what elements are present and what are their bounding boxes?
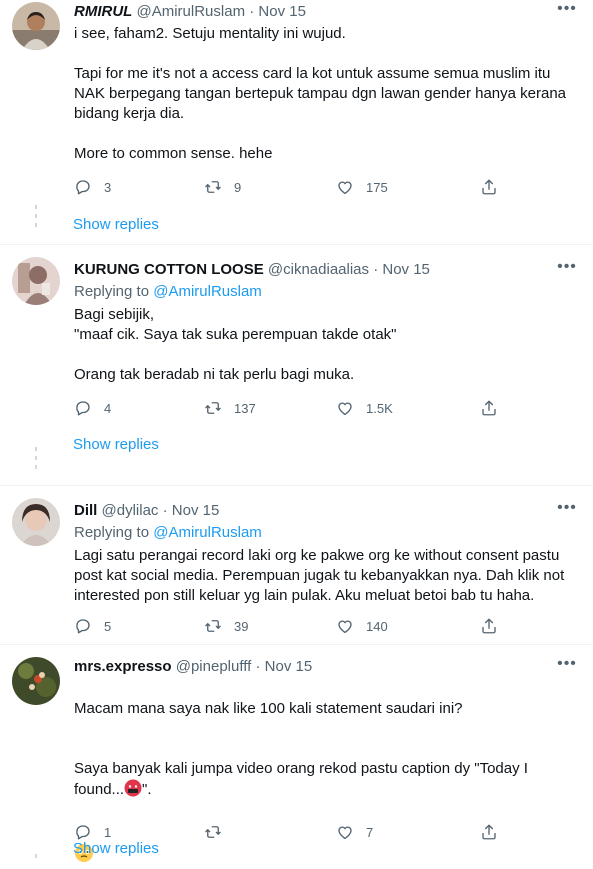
more-icon[interactable]: ••• xyxy=(555,500,579,521)
replying-to: Replying to @AmirulRuslam xyxy=(74,523,262,543)
more-icon[interactable]: ••• xyxy=(555,656,579,677)
like-count: 7 xyxy=(366,824,374,840)
like-count: 175 xyxy=(366,179,388,195)
tweet-text: Bagi sebijik, "maaf cik. Saya tak suka p… xyxy=(74,306,397,383)
share-button[interactable] xyxy=(480,398,498,418)
avatar[interactable] xyxy=(12,2,60,50)
tweet-actions: 5 39 140 xyxy=(74,616,524,636)
replying-to: Replying to @AmirulRuslam xyxy=(74,282,262,302)
like-count: 1.5K xyxy=(366,400,393,416)
more-icon[interactable]: ••• xyxy=(555,259,579,280)
tweet-text-line: Macam mana saya nak like 100 kali statem… xyxy=(74,700,463,717)
retweet-button[interactable] xyxy=(204,822,222,842)
retweet-button[interactable]: 137 xyxy=(204,398,256,418)
reply-icon xyxy=(76,180,90,195)
timestamp[interactable]: Nov 15 xyxy=(382,261,430,278)
reply-icon xyxy=(76,619,90,634)
tweet[interactable]: KURUNG COTTON LOOSE @ciknadiaalias · Nov… xyxy=(0,245,593,486)
like-icon xyxy=(338,402,352,416)
separator: · xyxy=(162,502,168,519)
retweet-icon xyxy=(205,181,221,193)
share-icon xyxy=(482,179,496,195)
retweet-count: 9 xyxy=(234,179,242,195)
reply-button[interactable]: 5 xyxy=(74,616,111,636)
tweet-actions: 3 9 175 xyxy=(74,177,524,197)
handle[interactable]: @pineplufff xyxy=(176,658,252,675)
like-button[interactable]: 140 xyxy=(336,616,388,636)
handle[interactable]: @AmirulRuslam xyxy=(137,3,246,20)
like-icon xyxy=(338,181,352,195)
replying-to-label: Replying to xyxy=(74,283,150,300)
like-button[interactable]: 175 xyxy=(336,177,388,197)
replying-to-link[interactable]: @AmirulRuslam xyxy=(153,524,262,541)
retweet-icon xyxy=(205,402,221,414)
tweet-header: Dill @dylilac · Nov 15 xyxy=(74,501,553,521)
tweet-header: RMIRUL @AmirulRuslam · Nov 15 xyxy=(74,2,553,22)
swearing-face-emoji-icon xyxy=(124,779,142,803)
thread-gap-dots xyxy=(35,447,37,474)
reply-button[interactable]: 4 xyxy=(74,398,111,418)
avatar[interactable] xyxy=(12,498,60,546)
replying-to-link[interactable]: @AmirulRuslam xyxy=(153,283,262,300)
share-button[interactable] xyxy=(480,616,498,636)
retweet-button[interactable]: 39 xyxy=(204,616,248,636)
display-name[interactable]: KURUNG COTTON LOOSE xyxy=(74,261,264,278)
tweet-text: i see, faham2. Setuju mentality ini wuju… xyxy=(74,25,567,162)
share-icon xyxy=(482,824,496,840)
share-button[interactable] xyxy=(480,822,498,842)
reply-count: 3 xyxy=(104,179,112,195)
show-replies-link[interactable]: Show replies xyxy=(73,435,159,455)
retweet-count: 39 xyxy=(234,618,249,634)
share-icon xyxy=(482,618,496,634)
retweet-count: 137 xyxy=(234,400,256,416)
handle[interactable]: @dylilac xyxy=(102,502,159,519)
show-replies-row[interactable]: Show replies xyxy=(0,205,593,245)
tweet-header: mrs.expresso @pineplufff · Nov 15 xyxy=(74,657,553,677)
separator: · xyxy=(255,658,261,675)
handle[interactable]: @ciknadiaalias xyxy=(268,261,369,278)
avatar[interactable] xyxy=(12,657,60,705)
tweet-actions: 4 137 1.5K xyxy=(74,398,524,418)
timestamp[interactable]: Nov 15 xyxy=(258,3,306,20)
reply-count: 4 xyxy=(104,400,112,416)
retweet-icon xyxy=(205,826,221,838)
tweet[interactable]: RMIRUL @AmirulRuslam · Nov 15 ••• i see,… xyxy=(0,0,593,207)
share-button[interactable] xyxy=(480,177,498,197)
avatar[interactable] xyxy=(12,257,60,305)
like-button[interactable]: 1.5K xyxy=(336,398,393,418)
tweet[interactable]: mrs.expresso @pineplufff · Nov 15 ••• Ma… xyxy=(0,645,593,865)
separator: · xyxy=(249,3,255,20)
reply-count: 5 xyxy=(104,618,112,634)
reply-button[interactable]: 3 xyxy=(74,177,111,197)
reply-icon xyxy=(76,401,90,416)
replying-to-label: Replying to xyxy=(74,524,150,541)
display-name[interactable]: mrs.expresso xyxy=(74,658,172,675)
tweet-thread: RMIRUL @AmirulRuslam · Nov 15 ••• i see,… xyxy=(0,0,593,865)
thread-gap-dots xyxy=(35,854,37,863)
tweet-text-line: ". xyxy=(142,781,152,798)
reply-count: 1 xyxy=(104,824,112,840)
tweet-text: Lagi satu perangai record laki org ke pa… xyxy=(74,547,565,604)
like-count: 140 xyxy=(366,618,388,634)
display-name[interactable]: Dill xyxy=(74,502,97,519)
like-icon xyxy=(338,620,352,634)
timestamp[interactable]: Nov 15 xyxy=(265,658,313,675)
share-icon xyxy=(482,400,496,416)
like-icon xyxy=(338,826,352,840)
retweet-icon xyxy=(205,620,221,632)
tweet-header: KURUNG COTTON LOOSE @ciknadiaalias · Nov… xyxy=(74,260,553,280)
like-button[interactable]: 7 xyxy=(336,822,373,842)
tweet[interactable]: Dill @dylilac · Nov 15 ••• Replying to @… xyxy=(0,486,593,645)
show-replies-link[interactable]: Show replies xyxy=(73,215,159,235)
retweet-button[interactable]: 9 xyxy=(204,177,241,197)
thread-gap-dots xyxy=(35,205,37,232)
more-icon[interactable]: ••• xyxy=(555,1,579,22)
display-name[interactable]: RMIRUL xyxy=(74,3,132,20)
timestamp[interactable]: Nov 15 xyxy=(172,502,220,519)
separator: · xyxy=(373,261,379,278)
show-replies-link[interactable]: Show replies xyxy=(73,839,159,859)
